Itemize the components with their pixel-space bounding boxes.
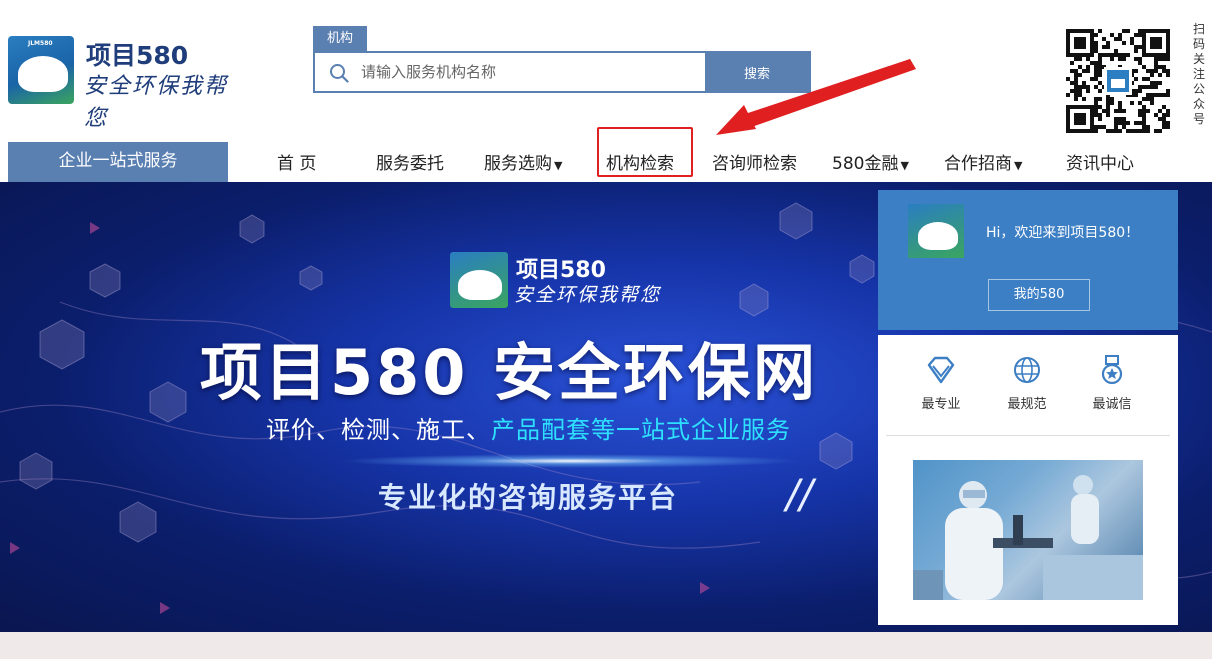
diamond-icon bbox=[927, 356, 955, 384]
banner-subtitle-highlight: 产品配套等一站式企业服务 bbox=[491, 416, 791, 444]
banner-subtitle: 评价、检测、施工、产品配套等一站式企业服务 bbox=[266, 410, 791, 445]
caret-down-icon: ▼ bbox=[554, 159, 563, 172]
nav-item-service-entrust[interactable]: 服务委托 bbox=[376, 150, 444, 178]
qr-label: 扫码关注公众号 bbox=[1192, 22, 1205, 126]
caret-down-icon: ▼ bbox=[900, 159, 909, 172]
search-icon bbox=[330, 64, 349, 83]
sheep-icon bbox=[918, 222, 958, 250]
feature-standard: 最规范 bbox=[992, 353, 1062, 412]
nav-label: 服务选购 bbox=[484, 154, 552, 174]
feature-credible: 最诚信 bbox=[1077, 353, 1147, 412]
my-580-button[interactable]: 我的580 bbox=[988, 279, 1090, 311]
one-stop-service-tab[interactable]: 企业一站式服务 bbox=[8, 142, 228, 182]
search-button[interactable]: 搜索 bbox=[705, 53, 809, 91]
feature-label: 最诚信 bbox=[1092, 397, 1132, 412]
qr-code-icon bbox=[1066, 29, 1170, 133]
page-bottom-strip bbox=[0, 632, 1212, 659]
banner-logo-mark bbox=[450, 252, 508, 308]
banner-headline: 项目580 安全环保网 bbox=[200, 336, 819, 409]
nav-label: 资讯中心 bbox=[1066, 154, 1134, 174]
globe-icon bbox=[1014, 357, 1040, 383]
nav-item-home[interactable]: 首 页 bbox=[277, 150, 316, 178]
search-box: 搜索 bbox=[313, 51, 811, 93]
nav-label: 服务委托 bbox=[376, 154, 444, 174]
logo-slogan: 安全环保我帮您 bbox=[84, 74, 229, 131]
nav-item-agency-search[interactable]: 机构检索 bbox=[606, 150, 674, 178]
welcome-text: Hi，欢迎来到项目580！ bbox=[986, 225, 1140, 241]
nav-label: 合作招商 bbox=[944, 154, 1012, 174]
nav-item-580-finance[interactable]: 580金融 ▼ bbox=[832, 150, 909, 180]
search-input[interactable] bbox=[359, 53, 705, 91]
features-panel: 最专业 最规范 最诚信 bbox=[878, 335, 1178, 625]
feature-label: 最专业 bbox=[921, 397, 961, 412]
feature-professional: 最专业 bbox=[906, 353, 976, 412]
logo-title: 项目580 bbox=[86, 41, 189, 70]
banner-subtitle-pre: 评价、检测、施工、 bbox=[266, 416, 491, 444]
nav-label: 首 页 bbox=[277, 154, 317, 174]
nav-label: 580金融 bbox=[832, 154, 899, 174]
banner-logo-slogan: 安全环保我帮您 bbox=[514, 284, 662, 306]
qr-code bbox=[1066, 29, 1170, 133]
banner-slash-decoration: // bbox=[786, 472, 813, 518]
divider bbox=[886, 435, 1170, 436]
lab-scene-image bbox=[913, 460, 1143, 600]
nav-label: 机构检索 bbox=[606, 154, 674, 174]
nav-label: 咨询师检索 bbox=[712, 154, 797, 174]
feature-label: 最规范 bbox=[1007, 397, 1047, 412]
sheep-icon bbox=[458, 270, 502, 300]
logo-mark: JLM580 bbox=[8, 36, 74, 104]
search-category-tab[interactable]: 机构 bbox=[313, 26, 367, 52]
avatar bbox=[908, 204, 964, 258]
user-welcome-panel: Hi，欢迎来到项目580！ 我的580 bbox=[878, 190, 1178, 330]
caret-down-icon: ▼ bbox=[1014, 159, 1023, 172]
banner-tagline: 专业化的咨询服务平台 bbox=[378, 481, 679, 514]
sheep-icon bbox=[18, 56, 68, 92]
site-logo[interactable]: JLM580 项目580 安全环保我帮您 bbox=[8, 36, 248, 131]
search-bar: 机构 搜索 bbox=[313, 26, 813, 94]
medal-icon bbox=[1101, 355, 1123, 385]
banner-glow-line bbox=[340, 454, 800, 468]
nav-item-partnership[interactable]: 合作招商 ▼ bbox=[944, 150, 1022, 180]
nav-item-service-purchase[interactable]: 服务选购 ▼ bbox=[484, 150, 562, 180]
logo-mark-text: JLM580 bbox=[28, 40, 53, 47]
lab-photo[interactable] bbox=[913, 460, 1143, 600]
nav-item-news-center[interactable]: 资讯中心 bbox=[1066, 150, 1134, 178]
banner-logo: 项目580 安全环保我帮您 bbox=[450, 252, 690, 312]
nav-item-consultant-search[interactable]: 咨询师检索 bbox=[712, 150, 797, 178]
